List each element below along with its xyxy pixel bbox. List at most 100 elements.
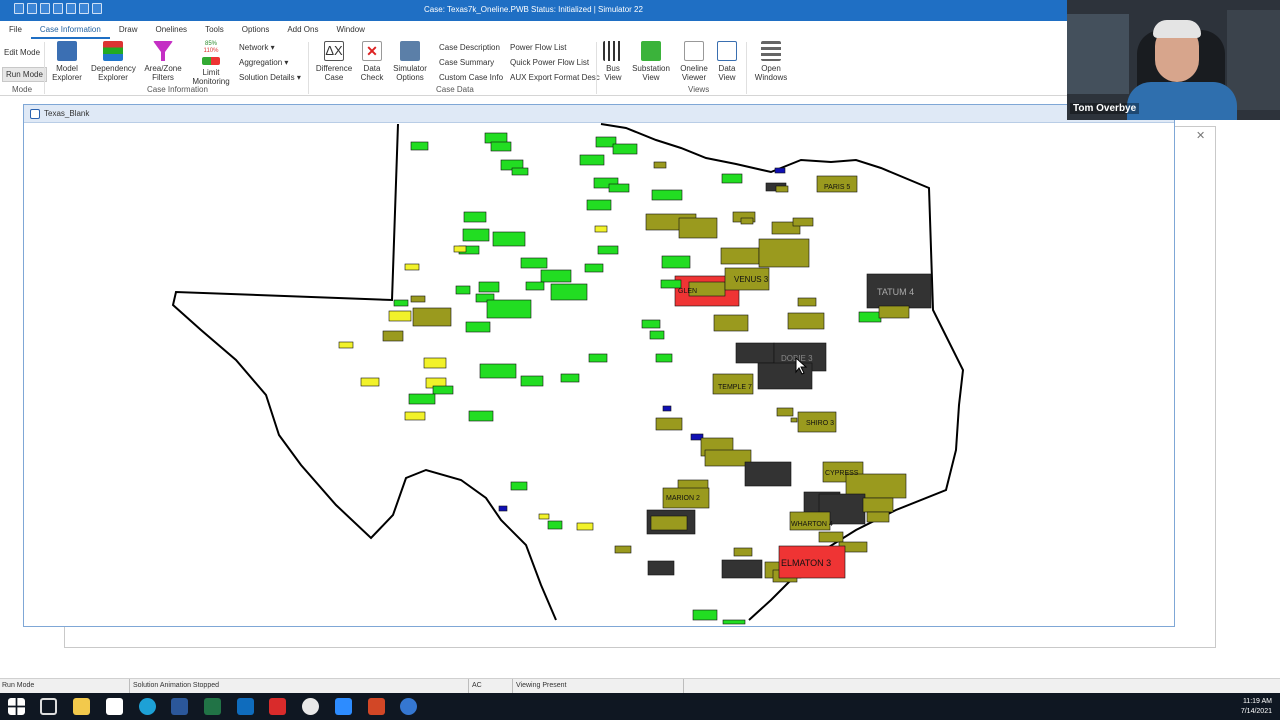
bus-symbol[interactable]: [721, 559, 763, 579]
bus-symbol[interactable]: [660, 279, 682, 289]
bus-symbol[interactable]: [649, 330, 665, 340]
bus-symbol[interactable]: [818, 531, 844, 543]
edge-icon[interactable]: [139, 698, 156, 715]
bus-symbol[interactable]: [597, 245, 619, 255]
zoom-icon[interactable]: [335, 698, 352, 715]
bus-symbol[interactable]: [498, 505, 508, 512]
menu-onelines[interactable]: Onelines: [146, 21, 196, 39]
bus-symbol[interactable]: [704, 449, 752, 467]
bus-symbol[interactable]: [720, 247, 760, 265]
bus-symbol[interactable]: [382, 330, 404, 342]
bus-symbol[interactable]: [740, 217, 754, 225]
bus-symbol[interactable]: [410, 295, 426, 303]
aux-export-format-desc-button[interactable]: AUX Export Format Desc: [510, 73, 600, 82]
bus-symbol[interactable]: [412, 307, 452, 327]
bus-symbol[interactable]: [655, 417, 683, 431]
power-flow-list-button[interactable]: Power Flow List: [510, 43, 566, 52]
dependency-explorer-button[interactable]: Dependency Explorer: [91, 41, 136, 82]
quick-power-flow-list-button[interactable]: Quick Power Flow List: [510, 58, 589, 67]
bus-symbol[interactable]: [858, 311, 882, 323]
powerworld-icon[interactable]: [400, 698, 417, 715]
substation-view-button[interactable]: Substation View: [630, 41, 672, 82]
bus-symbol[interactable]: [511, 167, 529, 176]
bus-symbol[interactable]: [787, 312, 825, 330]
bus-symbol[interactable]: [463, 211, 487, 223]
bus-symbol[interactable]: [661, 255, 691, 269]
bus-symbol[interactable]: [792, 217, 814, 227]
start-icon[interactable]: [8, 698, 25, 715]
run-mode-button[interactable]: Run Mode: [2, 67, 47, 82]
bus-symbol[interactable]: [774, 167, 786, 174]
oneline-viewer-button[interactable]: Oneline Viewer: [677, 41, 711, 82]
bus-symbol[interactable]: [540, 269, 572, 283]
bus-symbol[interactable]: [650, 515, 688, 531]
difference-case-button[interactable]: ΔX Difference Case: [313, 41, 355, 82]
acrobat-icon[interactable]: [269, 698, 286, 715]
bus-symbol[interactable]: [579, 154, 605, 166]
bus-symbol[interactable]: [560, 373, 580, 383]
bus-symbol[interactable]: [468, 410, 494, 422]
bus-symbol[interactable]: [478, 281, 500, 293]
bus-symbol[interactable]: [651, 189, 683, 201]
area-zone-filters-button[interactable]: Area/Zone Filters: [143, 41, 183, 82]
bus-symbol[interactable]: [612, 143, 638, 155]
bus-symbol[interactable]: [655, 353, 673, 363]
bus-symbol[interactable]: [423, 357, 447, 369]
solution-details-dropdown[interactable]: Solution Details ▾: [239, 73, 301, 82]
bus-symbol[interactable]: [713, 314, 749, 332]
bus-symbol[interactable]: [462, 228, 490, 242]
case-summary-button[interactable]: Case Summary: [439, 58, 494, 67]
bus-symbol[interactable]: [510, 481, 528, 491]
bus-symbol[interactable]: [790, 417, 798, 423]
menu-add-ons[interactable]: Add Ons: [278, 21, 327, 39]
bus-symbol[interactable]: [455, 285, 471, 295]
bus-symbol[interactable]: [721, 173, 743, 184]
bus-symbol[interactable]: [653, 161, 667, 169]
store-icon[interactable]: [106, 698, 123, 715]
bus-view-button[interactable]: Bus View: [600, 41, 626, 82]
bus-symbol[interactable]: [608, 183, 630, 193]
bus-symbol[interactable]: [733, 547, 753, 557]
edit-mode-button[interactable]: Edit Mode: [4, 48, 40, 57]
bus-symbol[interactable]: [453, 245, 467, 253]
bus-symbol[interactable]: [388, 310, 412, 322]
close-icon[interactable]: ✕: [1196, 129, 1205, 142]
bus-symbol[interactable]: [550, 283, 588, 301]
powerpoint-icon[interactable]: [368, 698, 385, 715]
bus-symbol[interactable]: [338, 341, 354, 349]
menu-case-information[interactable]: Case Information: [30, 21, 110, 39]
oneline-map[interactable]: PARIS 5 VENUS 3 TATUM 4 DOBIE 3 TEMPLE 7…: [24, 105, 1174, 626]
bus-symbol[interactable]: [862, 497, 894, 513]
task-view-icon[interactable]: [40, 698, 57, 715]
bus-symbol[interactable]: [594, 225, 608, 233]
bus-symbol[interactable]: [486, 299, 532, 319]
bus-symbol[interactable]: [465, 321, 491, 333]
open-windows-button[interactable]: Open Windows: [750, 41, 792, 82]
bus-symbol[interactable]: [588, 353, 608, 363]
bus-symbol[interactable]: [432, 385, 454, 395]
case-description-button[interactable]: Case Description: [439, 43, 500, 52]
bus-symbol[interactable]: [525, 281, 545, 291]
network-dropdown[interactable]: Network ▾: [239, 43, 275, 52]
bus-symbol[interactable]: [520, 257, 548, 269]
bus-symbol[interactable]: [866, 511, 890, 523]
menu-file[interactable]: File: [0, 21, 31, 39]
file-explorer-icon[interactable]: [73, 698, 90, 715]
menu-options[interactable]: Options: [233, 21, 279, 39]
limit-monitoring-button[interactable]: 85% 110% Limit Monitoring: [190, 41, 232, 86]
menu-draw[interactable]: Draw: [110, 21, 147, 39]
oneline-window-titlebar[interactable]: Texas_Blank: [24, 105, 1174, 123]
bus-symbol[interactable]: [586, 199, 612, 211]
bus-symbol[interactable]: [722, 619, 746, 625]
bus-symbol[interactable]: [576, 522, 594, 531]
outlook-icon[interactable]: [237, 698, 254, 715]
simulator-options-button[interactable]: Simulator Options: [392, 41, 428, 82]
bus-symbol[interactable]: [584, 263, 604, 273]
menu-tools[interactable]: Tools: [196, 21, 233, 39]
bus-symbol[interactable]: [410, 141, 429, 151]
aggregation-dropdown[interactable]: Aggregation ▾: [239, 58, 288, 67]
data-view-button[interactable]: Data View: [714, 41, 740, 82]
bus-symbol[interactable]: [878, 305, 910, 319]
custom-case-info-button[interactable]: Custom Case Info: [439, 73, 503, 82]
bus-symbol[interactable]: [404, 411, 426, 421]
